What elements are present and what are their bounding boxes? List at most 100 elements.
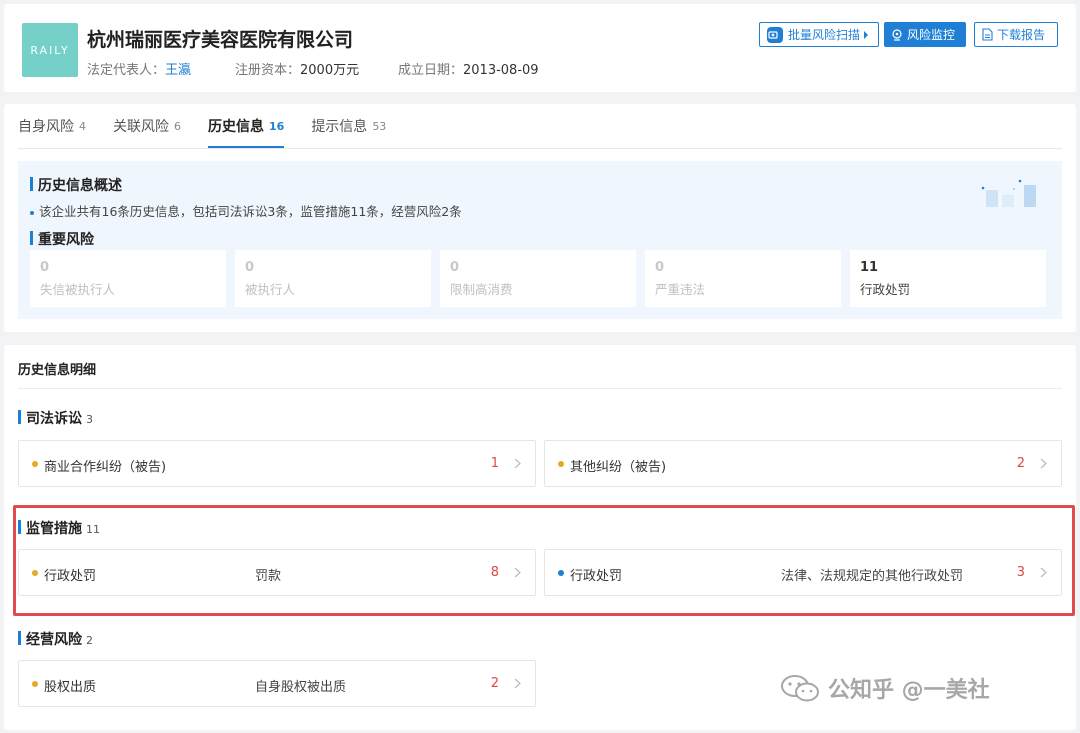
section-count: 3 [86,413,93,426]
risk-value: 11 [860,260,879,275]
item-desc: 罚款 [255,569,282,584]
item-count: 2 [1016,456,1025,471]
risk-monitor-button[interactable]: 风险监控 [884,22,966,47]
watermark: 公知乎 @一美社 [780,672,990,704]
section-name: 司法诉讼 [26,411,82,427]
caret-right-icon [864,30,869,39]
list-item[interactable]: 行政处罚 罚款 8 [18,549,536,596]
detail-divider [18,388,1062,389]
tab-count: 6 [174,119,181,133]
watermark-text: 公知乎 @一美社 [828,678,990,703]
risk-value: 0 [450,260,460,275]
list-item[interactable]: 商业合作纠纷（被告) 1 [18,440,536,487]
batch-scan-button[interactable]: 批量风险扫描 [759,22,879,47]
tab-history-info[interactable]: 历史信息 16 [208,104,285,148]
scan-icon [767,26,783,43]
risk-value: 0 [40,260,50,275]
founded-date: 成立日期：2013-08-09 [398,59,539,78]
capital-value: 2000万元 [300,63,360,78]
item-desc: 法律、法规规定的其他行政处罚 [781,569,964,584]
download-report-label: 下载报告 [997,28,1046,42]
risk-label: 被执行人 [245,282,296,297]
tab-label: 提示信息 [311,119,368,135]
batch-scan-label: 批量风险扫描 [788,28,861,42]
item-count: 8 [490,565,499,580]
important-risk-grid: 0 失信被执行人 0 被执行人 0 限制高消费 0 严重违法 11 行政处罚 [30,250,1046,307]
status-dot [558,570,564,576]
item-count: 2 [490,676,499,691]
status-dot [32,461,38,467]
item-count: 1 [490,456,499,471]
risk-value: 0 [655,260,665,275]
list-item[interactable]: 行政处罚 法律、法规规定的其他行政处罚 3 [544,549,1062,596]
history-overview: 历史信息概述 该企业共有16条历史信息，包括司法诉讼3条，监管措施11条，经营风… [18,161,1062,319]
tab-count: 53 [372,119,387,133]
chart-decoration-icon [981,179,1036,207]
founded-value: 2013-08-09 [463,63,539,78]
section-name: 监管措施 [26,521,82,537]
download-report-button[interactable]: 下载报告 [974,22,1058,47]
chevron-right-icon [514,567,521,578]
section-title-litigation: 司法诉讼 3 [18,408,93,428]
company-name: 杭州瑞丽医疗美容医院有限公司 [87,29,354,51]
tab-related-risk[interactable]: 关联风险 6 [113,104,181,148]
risk-label: 限制高消费 [450,282,513,297]
document-icon [982,28,993,41]
status-dot [32,681,38,687]
risk-label: 失信被执行人 [40,282,116,297]
risk-label: 行政处罚 [860,282,911,297]
tab-self-risk[interactable]: 自身风险 4 [18,104,86,148]
registered-capital: 注册资本：2000万元 [235,59,359,78]
detail-title: 历史信息明细 [18,363,97,378]
important-risk-title: 重要风险 [30,229,94,249]
legal-rep: 法定代表人：王瀛 [87,59,191,78]
capital-label: 注册资本： [235,63,301,78]
tab-label: 自身风险 [18,119,74,135]
risk-card-executed[interactable]: 0 被执行人 [235,250,431,307]
overview-summary: 该企业共有16条历史信息，包括司法诉讼3条，监管措施11条，经营风险2条 [30,201,462,220]
section-title-operational: 经营风险 2 [18,629,93,649]
chevron-right-icon [1040,458,1047,469]
section-name: 经营风险 [26,632,82,648]
risk-tabs: 自身风险 4 关联风险 6 历史信息 16 提示信息 53 [18,104,413,148]
tab-count: 4 [79,119,86,133]
legal-rep-label: 法定代表人： [87,63,166,78]
status-dot [558,461,564,467]
status-dot [32,570,38,576]
tab-hint-info[interactable]: 提示信息 53 [311,104,386,148]
bullet-dot [30,210,34,215]
list-item[interactable]: 其他纠纷（被告) 2 [544,440,1062,487]
overview-title: 历史信息概述 [30,175,122,195]
risk-card-consumption-limit[interactable]: 0 限制高消费 [440,250,636,307]
company-header: RAILY 杭州瑞丽医疗美容医院有限公司 法定代表人：王瀛 注册资本：2000万… [4,4,1076,92]
risk-card-serious-violation[interactable]: 0 严重违法 [645,250,841,307]
chevron-right-icon [514,678,521,689]
chevron-right-icon [1040,567,1047,578]
legal-rep-link[interactable]: 王瀛 [165,63,191,78]
item-desc: 自身股权被出质 [255,680,347,695]
wechat-icon [781,675,819,702]
tab-label: 历史信息 [208,119,264,135]
section-title-regulatory: 监管措施 11 [18,518,100,538]
list-item[interactable]: 股权出质 自身股权被出质 2 [18,660,536,707]
risk-card-admin-penalty[interactable]: 11 行政处罚 [850,250,1046,307]
risk-label: 严重违法 [655,282,706,297]
item-name: 商业合作纠纷（被告) [44,460,167,475]
summary-text: 该企业共有16条历史信息，包括司法诉讼3条，监管措施11条，经营风险2条 [39,204,462,219]
risk-card-dishonest[interactable]: 0 失信被执行人 [30,250,226,307]
item-count: 3 [1016,565,1025,580]
item-name: 其他纠纷（被告) [570,460,667,475]
risk-value: 0 [245,260,255,275]
tab-count: 16 [269,119,285,133]
chevron-right-icon [514,458,521,469]
item-name: 行政处罚 [44,569,97,584]
company-logo: RAILY [22,23,78,77]
overview-card: 自身风险 4 关联风险 6 历史信息 16 提示信息 53 历史信息概述 该企业共有16… [4,104,1076,332]
founded-label: 成立日期： [398,63,464,78]
tab-label: 关联风险 [113,119,169,135]
item-name: 行政处罚 [570,569,623,584]
tabs-divider [18,148,1062,149]
monitor-icon [892,28,902,41]
item-name: 股权出质 [44,680,97,695]
section-count: 11 [86,523,100,536]
